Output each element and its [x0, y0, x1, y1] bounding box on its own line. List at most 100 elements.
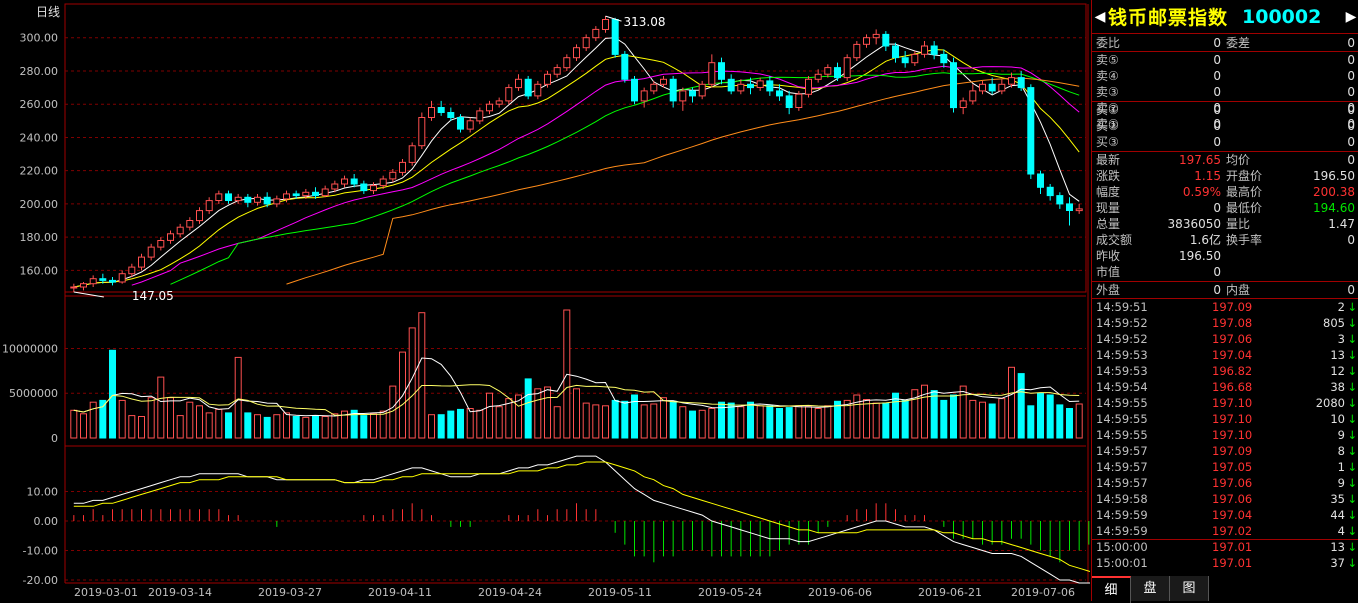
tick-row: 14:59:55 197.10 10 ↓: [1092, 411, 1358, 427]
index-code: 100002: [1242, 5, 1322, 28]
volume-bar: [669, 400, 677, 439]
tick-row: 14:59:52 197.06 3 ↓: [1092, 331, 1358, 347]
candle-body: [1046, 186, 1054, 197]
tab-detail[interactable]: 细: [1092, 576, 1131, 603]
down-arrow-icon: ↓: [1347, 412, 1357, 426]
candle-body: [196, 210, 203, 222]
kline-chart-svg[interactable]: 300.00 280.00 260.00 240.00 220.00 200.00 180.…: [0, 0, 1090, 601]
volume-bar: [495, 406, 503, 439]
volume-bar: [176, 415, 184, 439]
candle-body: [225, 193, 232, 201]
down-arrow-icon: ↓: [1347, 460, 1357, 474]
price-axis-label: 280.00: [20, 65, 59, 78]
volume-bar: [302, 416, 310, 439]
candle-body: [592, 28, 600, 39]
candle-body: [843, 57, 851, 79]
kline-chart-area[interactable]: 300.00 280.00 260.00 240.00 220.00 200.00 180.…: [0, 0, 1090, 601]
candle-body: [602, 19, 609, 30]
tick-time: 14:59:57: [1096, 476, 1148, 490]
tick-row: 14:59:51 197.09 2 ↓: [1092, 299, 1358, 315]
tab-book[interactable]: 盘: [1131, 576, 1170, 601]
volume-bar: [756, 405, 764, 439]
volume-bar: [215, 408, 223, 439]
tick-time: 14:59:55: [1096, 396, 1148, 410]
candle-body: [215, 193, 223, 201]
volume-bar: [167, 397, 174, 439]
candle-body: [408, 145, 416, 163]
bid-label: 买②: [1096, 119, 1119, 133]
zongliang-label: 总量: [1096, 217, 1121, 231]
tick-price: 197.09: [1212, 444, 1253, 458]
tick-row: 14:59:55 197.10 2080 ↓: [1092, 395, 1358, 411]
candle-body: [727, 78, 735, 92]
volume-bar: [611, 399, 619, 439]
tick-time: 14:59:52: [1096, 316, 1148, 330]
tick-qty: 37: [1330, 556, 1345, 570]
tick-time: 14:59:52: [1096, 332, 1148, 346]
candle-body: [70, 286, 78, 289]
volume-bar: [582, 402, 590, 439]
volume-bar: [263, 416, 271, 439]
candle-body: [573, 47, 580, 59]
next-arrow-icon[interactable]: ▶: [1343, 9, 1358, 25]
zhangdie-value: 1.15: [1194, 169, 1221, 183]
candle-body: [360, 183, 368, 192]
candle-body: [437, 107, 445, 113]
volume-bar: [882, 402, 890, 439]
candle-body: [901, 57, 909, 64]
date-axis-label: 2019-05-11: [588, 586, 652, 599]
candle-body: [350, 178, 358, 185]
tick-price: 196.68: [1212, 380, 1253, 394]
volume-bar: [776, 408, 783, 439]
ask-label: 卖③: [1096, 85, 1119, 99]
volume-bar: [660, 397, 667, 439]
tick-qty: 805: [1323, 316, 1345, 330]
volume-bar: [437, 414, 445, 439]
volume-bar: [689, 410, 696, 439]
volume-bar: [379, 410, 387, 439]
down-arrow-icon: ↓: [1347, 508, 1357, 522]
volume-bar: [80, 413, 87, 439]
volume-bar: [312, 415, 319, 439]
candle-body: [205, 200, 213, 212]
row-xianliang: 现量 0 最低价 194.60: [1092, 200, 1358, 216]
tick-time: 14:59:55: [1096, 428, 1148, 442]
candle-body: [785, 95, 793, 109]
volume-bar: [321, 416, 329, 439]
tick-qty: 44: [1330, 508, 1345, 522]
candle-body: [312, 191, 319, 197]
bid-label: 买③: [1096, 135, 1119, 149]
panel-tabs: 细 盘 图: [1092, 576, 1358, 603]
volume-bar: [650, 403, 658, 439]
tick-row: 14:59:53 197.04 13 ↓: [1092, 347, 1358, 363]
waipan-label: 外盘: [1096, 283, 1121, 297]
tick-price: 197.10: [1212, 428, 1253, 442]
candle-body: [553, 67, 561, 75]
candle-body: [389, 171, 397, 180]
macd-dif-line: [73, 455, 1090, 584]
candle-body: [89, 278, 97, 285]
chengjiao-label: 成交额: [1096, 233, 1133, 247]
volume-bar: [737, 406, 745, 439]
volume-bar: [1046, 394, 1054, 439]
volume-bar: [930, 390, 938, 439]
candle-body: [447, 112, 455, 118]
date-axis-label: 2019-06-21: [918, 586, 982, 599]
volume-bar: [863, 399, 870, 439]
volume-bar: [708, 408, 716, 439]
candle-body: [988, 83, 996, 92]
volume-bar: [128, 415, 136, 439]
zongliang-value: 3836050: [1167, 217, 1221, 231]
tick-time: 14:59:51: [1096, 300, 1148, 314]
tab-chart[interactable]: 图: [1170, 576, 1209, 601]
candle-body: [718, 62, 725, 80]
quote-panel: ◀ 钱币邮票指数 100002 ▶ 委比 0 委差 0 卖⑤ 0 0 卖④ 0 0 卖③ 0 0…: [1091, 0, 1358, 603]
candle-body: [234, 196, 242, 202]
date-axis-label: 2019-04-24: [478, 586, 542, 599]
ask-price: 0: [1213, 53, 1221, 67]
candle-body: [302, 191, 310, 197]
price-axis-label: 240.00: [20, 131, 59, 144]
prev-arrow-icon[interactable]: ◀: [1092, 9, 1108, 25]
candle-body: [486, 103, 493, 112]
zuoshou-label: 昨收: [1096, 249, 1121, 263]
